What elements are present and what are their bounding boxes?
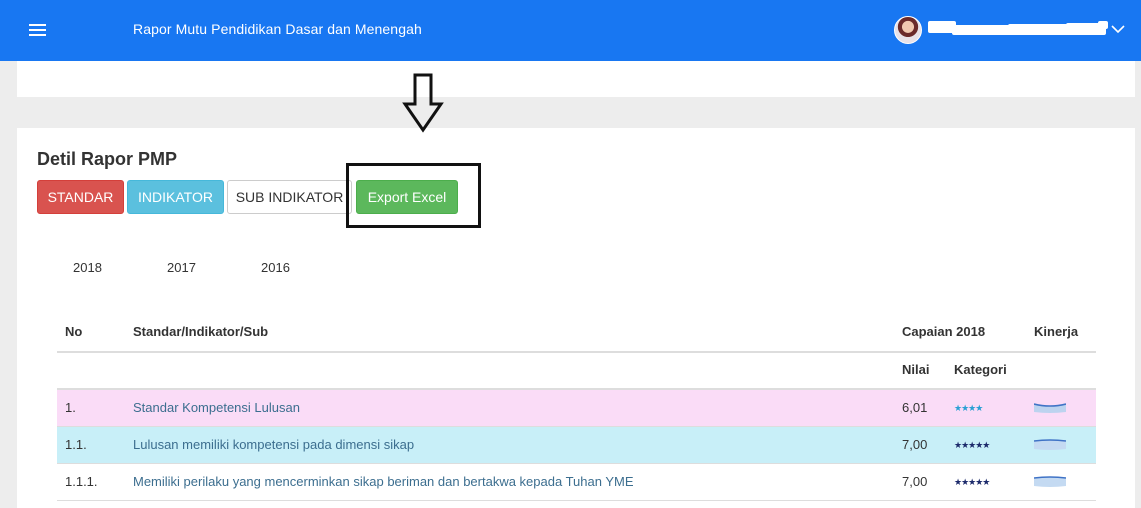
rating-stars-icon: ★★★★★	[954, 440, 990, 450]
kinerja-bar-icon	[1034, 439, 1066, 450]
year-tab-2016[interactable]: 2016	[261, 260, 290, 275]
header-divider	[57, 351, 1096, 353]
user-avatar[interactable]	[894, 16, 922, 44]
row-label-link[interactable]: Memiliki perilaku yang mencerminkan sika…	[133, 464, 634, 500]
column-header-standar: Standar/Indikator/Sub	[133, 324, 269, 339]
row-number: 1.1.	[65, 437, 87, 452]
indikator-button[interactable]: INDIKATOR	[127, 180, 224, 214]
chevron-down-icon[interactable]	[1110, 23, 1126, 35]
column-header-capaian: Capaian 2018	[902, 324, 986, 339]
row-number: 1.	[65, 400, 76, 415]
row-label-link[interactable]: Lulusan memiliki kompetensi pada dimensi…	[133, 427, 414, 463]
column-header-kinerja: Kinerja	[1034, 324, 1079, 339]
column-header-kategori: Kategori	[954, 362, 1007, 377]
top-navbar: Rapor Mutu Pendidikan Dasar dan Menengah	[0, 0, 1141, 61]
kinerja-bar-icon	[1034, 403, 1066, 413]
row-nilai: 6,01	[902, 400, 928, 415]
table-row: 1.1. Lulusan memiliki kompetensi pada di…	[57, 427, 1096, 464]
table-row: 1.1.1. Memiliki perilaku yang mencermink…	[57, 464, 1096, 501]
down-arrow-annotation-icon	[402, 73, 444, 133]
row-number: 1.1.1.	[65, 474, 98, 489]
username-redacted[interactable]	[928, 19, 1124, 39]
top-panel	[17, 61, 1135, 97]
app-title: Rapor Mutu Pendidikan Dasar dan Menengah	[133, 21, 422, 37]
standar-button[interactable]: STANDAR	[37, 180, 124, 214]
rating-stars-icon: ★★★★	[954, 403, 983, 413]
highlight-box-annotation	[346, 163, 481, 228]
year-tab-2017[interactable]: 2017	[167, 260, 196, 275]
rating-stars-icon: ★★★★★	[954, 477, 990, 487]
row-label-link[interactable]: Standar Kompetensi Lulusan	[133, 390, 300, 426]
page-title: Detil Rapor PMP	[37, 149, 178, 169]
hamburger-icon[interactable]	[29, 24, 46, 36]
kinerja-bar-icon	[1034, 476, 1066, 487]
row-nilai: 7,00	[902, 474, 928, 489]
row-nilai: 7,00	[902, 437, 928, 452]
column-header-nilai: Nilai	[902, 362, 930, 377]
column-header-no: No	[65, 324, 83, 339]
year-tab-2018[interactable]: 2018	[73, 260, 102, 275]
sub-indikator-button[interactable]: SUB INDIKATOR	[227, 180, 352, 214]
table-row: 1. Standar Kompetensi Lulusan 6,01 ★★★★	[57, 390, 1096, 427]
